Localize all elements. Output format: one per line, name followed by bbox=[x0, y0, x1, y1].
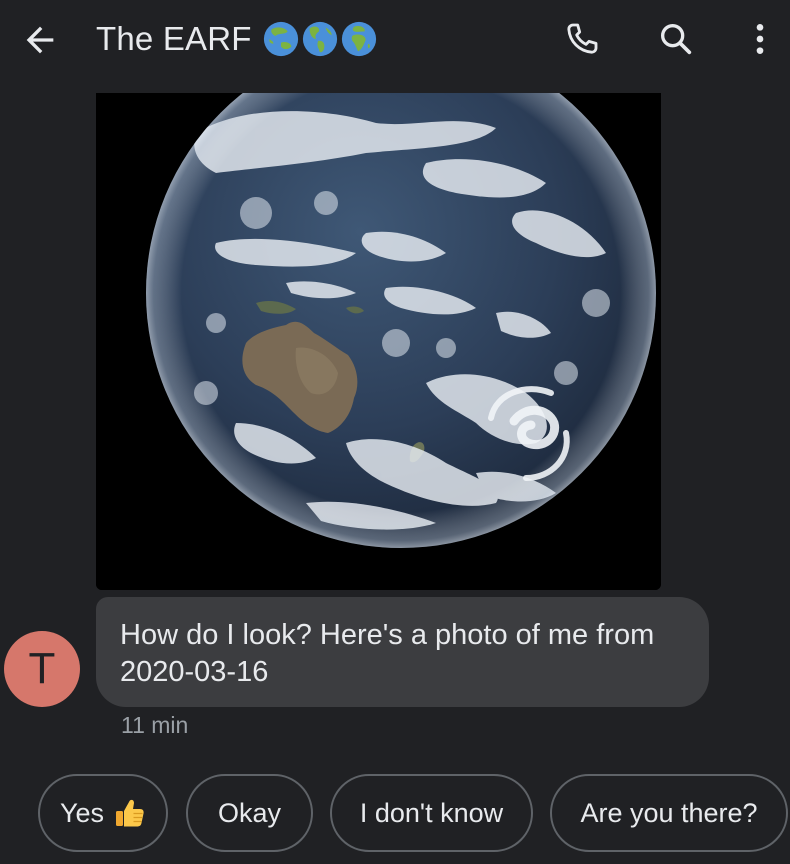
more-options-button[interactable] bbox=[738, 17, 782, 61]
more-vert-icon bbox=[756, 24, 764, 54]
back-button[interactable] bbox=[18, 18, 62, 62]
title-emoji bbox=[262, 20, 378, 58]
search-button[interactable] bbox=[654, 17, 698, 61]
message-text: How do I look? Here's a photo of me from… bbox=[120, 619, 655, 688]
search-icon bbox=[661, 24, 692, 55]
message-timestamp: 11 min bbox=[121, 712, 189, 738]
sender-avatar[interactable]: T bbox=[4, 631, 80, 707]
conversation-title-area[interactable]: The EARF bbox=[96, 17, 378, 61]
image-message[interactable] bbox=[96, 93, 661, 590]
smart-reply-label: Yes bbox=[59, 797, 105, 828]
avatar-letter: T bbox=[28, 644, 56, 693]
smart-reply-label: Are you there? bbox=[580, 797, 758, 828]
app-bar: The EARF bbox=[0, 0, 790, 93]
earth-photo bbox=[96, 93, 661, 590]
smart-reply-okay[interactable]: Okay bbox=[186, 774, 313, 852]
smart-reply-are-you-there[interactable]: Are you there? bbox=[550, 774, 788, 852]
smart-reply-yes[interactable]: Yes bbox=[38, 774, 168, 852]
message-bubble[interactable]: How do I look? Here's a photo of me from… bbox=[96, 597, 709, 707]
globe-asia-australia-icon bbox=[263, 21, 298, 57]
smart-reply-dont-know[interactable]: I don't know bbox=[330, 774, 533, 852]
back-arrow-icon bbox=[26, 26, 54, 54]
phone-icon bbox=[567, 23, 598, 54]
thumbs-up-icon bbox=[116, 799, 144, 827]
smart-reply-label: Okay bbox=[217, 797, 282, 828]
globe-europe-africa-icon bbox=[341, 21, 376, 57]
globe-americas-icon bbox=[302, 21, 337, 57]
smart-reply-label: I don't know bbox=[359, 797, 504, 828]
call-button[interactable] bbox=[560, 17, 604, 61]
conversation-title: The EARF bbox=[96, 20, 252, 57]
